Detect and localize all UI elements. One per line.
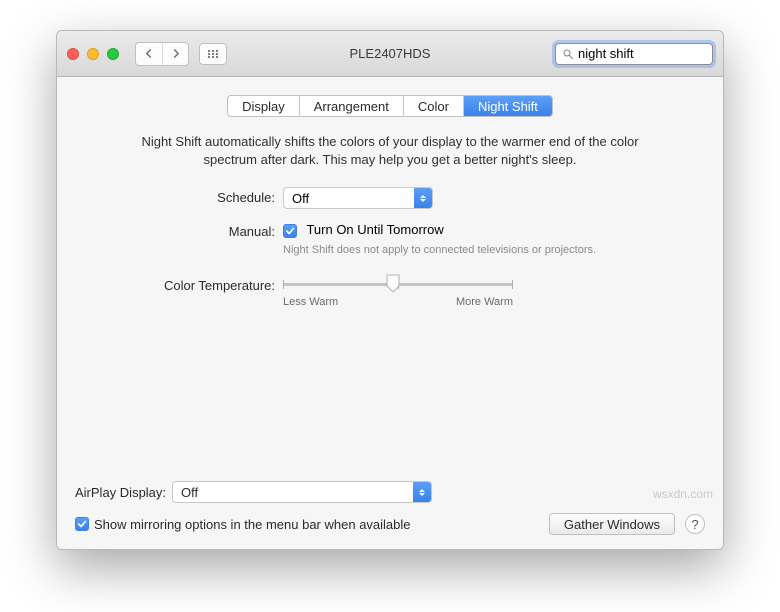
schedule-value: Off <box>292 191 309 206</box>
tab-display[interactable]: Display <box>228 96 299 116</box>
airplay-select[interactable]: Off <box>172 481 432 503</box>
show-all-button[interactable] <box>199 43 227 65</box>
nav-group <box>135 42 189 66</box>
mirroring-checkbox[interactable] <box>75 517 89 531</box>
color-temp-slider[interactable] <box>283 276 513 292</box>
titlebar: PLE2407HDS <box>57 31 723 77</box>
close-icon[interactable] <box>67 48 79 60</box>
slider-tick <box>512 280 513 289</box>
chevron-up-down-icon <box>414 188 432 208</box>
manual-checkbox[interactable] <box>283 224 297 238</box>
tab-color[interactable]: Color <box>403 96 463 116</box>
description-text: Night Shift automatically shifts the col… <box>75 133 705 169</box>
mirroring-label: Show mirroring options in the menu bar w… <box>94 517 411 532</box>
color-temp-label: Color Temperature: <box>75 270 275 308</box>
gather-windows-button[interactable]: Gather Windows <box>549 513 675 535</box>
slider-tick <box>283 280 284 289</box>
airplay-row: AirPlay Display: Off <box>75 481 705 503</box>
manual-label: Manual: <box>75 221 275 257</box>
zoom-icon[interactable] <box>107 48 119 60</box>
traffic-lights <box>67 48 119 60</box>
back-button[interactable] <box>136 43 162 65</box>
settings-form: Schedule: Off Manual: Turn On Until Tomo… <box>75 187 705 307</box>
airplay-label: AirPlay Display: <box>75 485 172 500</box>
preferences-window: PLE2407HDS Display Arrangement Color Nig… <box>56 30 724 550</box>
tab-bar: Display Arrangement Color Night Shift <box>75 95 705 117</box>
minimize-icon[interactable] <box>87 48 99 60</box>
bottom-area: AirPlay Display: Off Show mirroring opti… <box>75 471 705 535</box>
manual-checkbox-label: Turn On Until Tomorrow <box>306 222 443 237</box>
mirroring-row: Show mirroring options in the menu bar w… <box>75 513 705 535</box>
help-button[interactable]: ? <box>685 514 705 534</box>
slider-left-label: Less Warm <box>283 296 338 308</box>
slider-labels: Less Warm More Warm <box>283 296 513 308</box>
search-icon <box>562 48 574 60</box>
airplay-value: Off <box>181 485 198 500</box>
schedule-select[interactable]: Off <box>283 187 433 209</box>
tab-arrangement[interactable]: Arrangement <box>299 96 403 116</box>
search-field[interactable] <box>555 43 713 65</box>
manual-note: Night Shift does not apply to connected … <box>283 243 615 257</box>
manual-row: Turn On Until Tomorrow <box>283 221 615 239</box>
forward-button[interactable] <box>162 43 188 65</box>
chevron-up-down-icon <box>413 482 431 502</box>
segmented-control: Display Arrangement Color Night Shift <box>227 95 553 117</box>
slider-right-label: More Warm <box>456 296 513 308</box>
content-area: Display Arrangement Color Night Shift Ni… <box>57 77 723 549</box>
search-input[interactable] <box>578 46 724 61</box>
slider-thumb[interactable] <box>386 274 400 292</box>
tab-night-shift[interactable]: Night Shift <box>463 96 552 116</box>
schedule-label: Schedule: <box>75 187 275 209</box>
